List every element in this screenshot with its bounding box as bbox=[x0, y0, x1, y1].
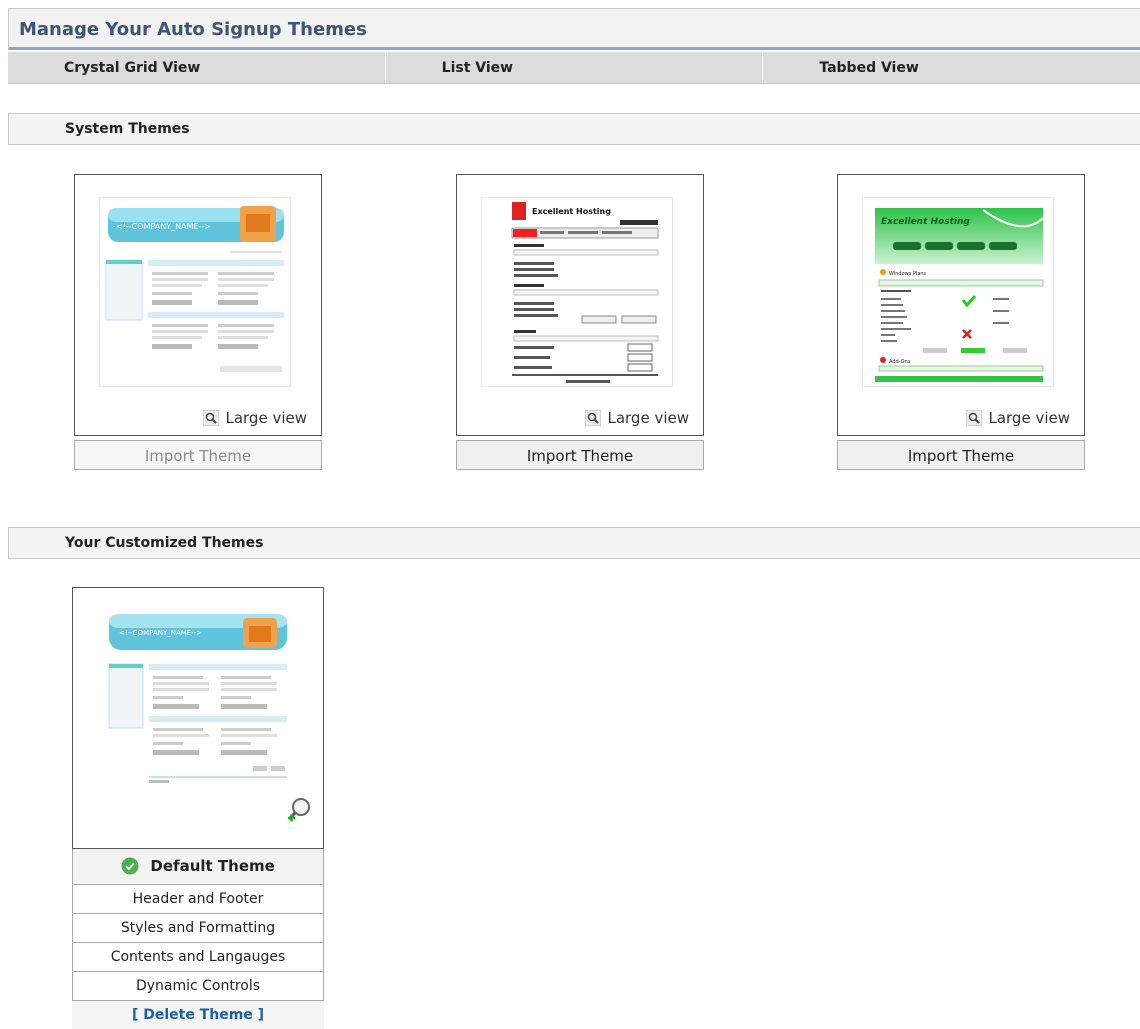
preview-brand-text: Excellent Hosting bbox=[881, 217, 970, 227]
import-theme-button[interactable]: Import Theme bbox=[837, 440, 1085, 470]
tab-list-view[interactable]: List View bbox=[386, 52, 764, 83]
large-view-link[interactable]: Large view bbox=[202, 409, 307, 427]
tab-crystal-grid-view[interactable]: Crystal Grid View bbox=[8, 52, 386, 83]
default-theme-row[interactable]: Default Theme bbox=[72, 849, 324, 885]
magnifier-icon bbox=[584, 409, 602, 427]
theme-preview-image[interactable]: <!--COMPANY_NAME--> bbox=[103, 608, 293, 808]
magnifier-icon bbox=[202, 409, 220, 427]
large-view-link[interactable]: Large view bbox=[584, 409, 689, 427]
page-title: Manage Your Auto Signup Themes bbox=[8, 8, 1140, 50]
large-view-label: Large view bbox=[225, 409, 307, 427]
custom-theme-card: <!--COMPANY_NAME--> Default Theme Header… bbox=[72, 587, 324, 1029]
preview-section-text: Windows Plans bbox=[889, 271, 927, 277]
import-theme-button[interactable]: Import Theme bbox=[456, 440, 704, 470]
system-themes-heading: System Themes bbox=[8, 113, 1140, 145]
theme-preview-image[interactable]: Excellent Hosting bbox=[481, 197, 673, 387]
system-theme-card: Excellent Hosting Windows Plans Add-Ons … bbox=[837, 174, 1085, 470]
theme-preview-frame: <!--COMPANY_NAME--> bbox=[72, 587, 324, 849]
view-tabs: Crystal Grid View List View Tabbed View bbox=[8, 52, 1140, 84]
theme-preview-frame: Excellent Hosting Large view bbox=[456, 174, 704, 436]
system-theme-card: <!--COMPANY_NAME--> Large view Import Th… bbox=[74, 174, 322, 470]
magnifier-icon bbox=[965, 409, 983, 427]
preview-brand-text: Excellent Hosting bbox=[532, 207, 611, 216]
default-theme-label: Default Theme bbox=[150, 857, 275, 875]
theme-preview-frame: Excellent Hosting Windows Plans Add-Ons … bbox=[837, 174, 1085, 436]
preview-section-text: Add-Ons bbox=[889, 359, 911, 365]
menu-styles-formatting[interactable]: Styles and Formatting bbox=[72, 914, 324, 943]
menu-contents-languages[interactable]: Contents and Langauges bbox=[72, 943, 324, 972]
large-view-link[interactable]: Large view bbox=[965, 409, 1070, 427]
zoom-preview-icon[interactable] bbox=[285, 796, 313, 828]
import-theme-button[interactable]: Import Theme bbox=[74, 440, 322, 470]
theme-preview-frame: <!--COMPANY_NAME--> bbox=[74, 174, 322, 436]
check-circle-icon bbox=[121, 857, 139, 879]
large-view-label: Large view bbox=[607, 409, 689, 427]
system-theme-card: Excellent Hosting Large view Import Them… bbox=[456, 174, 704, 470]
menu-header-footer[interactable]: Header and Footer bbox=[72, 885, 324, 914]
theme-preview-image[interactable]: <!--COMPANY_NAME--> bbox=[99, 197, 291, 387]
customized-themes-heading: Your Customized Themes bbox=[8, 527, 1140, 559]
theme-preview-image[interactable]: Excellent Hosting Windows Plans Add-Ons bbox=[862, 197, 1054, 387]
preview-company-text: <!--COMPANY_NAME--> bbox=[116, 222, 211, 231]
preview-company-text: <!--COMPANY_NAME--> bbox=[119, 629, 202, 637]
large-view-label: Large view bbox=[988, 409, 1070, 427]
tab-tabbed-view[interactable]: Tabbed View bbox=[763, 52, 1140, 83]
delete-theme-link[interactable]: [ Delete Theme ] bbox=[72, 1001, 324, 1029]
menu-dynamic-controls[interactable]: Dynamic Controls bbox=[72, 972, 324, 1001]
